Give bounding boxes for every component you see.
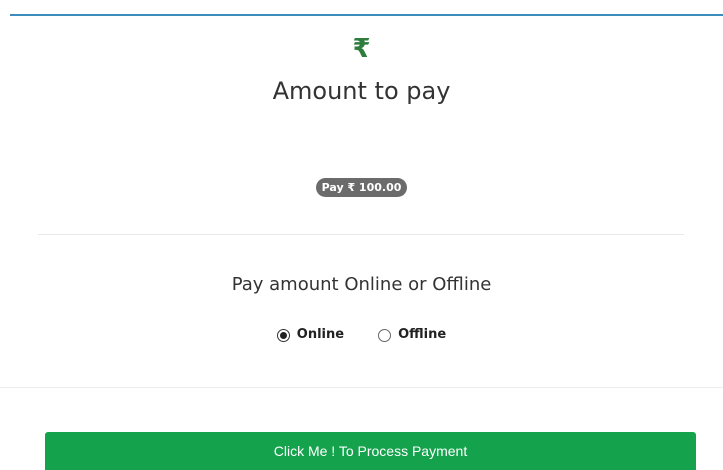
payment-mode-heading: Pay amount Online or Offline: [231, 274, 492, 295]
online-radio[interactable]: [276, 328, 290, 342]
offline-radio[interactable]: [378, 328, 392, 342]
rupee-icon: ₹: [352, 34, 371, 64]
divider: [0, 387, 723, 388]
online-label: Online: [296, 327, 345, 342]
online-option[interactable]: Online: [276, 326, 345, 344]
offline-option[interactable]: Offline: [378, 326, 446, 344]
page-title: Amount to pay: [272, 77, 451, 105]
radio-selected-dot: [279, 331, 287, 339]
payment-mode-radio-group: Online Offline: [0, 326, 723, 344]
offline-label: Offline: [398, 327, 447, 342]
amount-badge-container: Pay ₹ 100.00: [0, 176, 723, 197]
top-accent-rule: [10, 14, 723, 16]
process-payment-button[interactable]: Click Me ! To Process Payment: [45, 432, 696, 470]
divider: [38, 234, 684, 235]
payment-page: ₹ Amount to pay Pay ₹ 100.00 Pay amount …: [0, 0, 723, 470]
amount-badge: Pay ₹ 100.00: [315, 178, 408, 197]
